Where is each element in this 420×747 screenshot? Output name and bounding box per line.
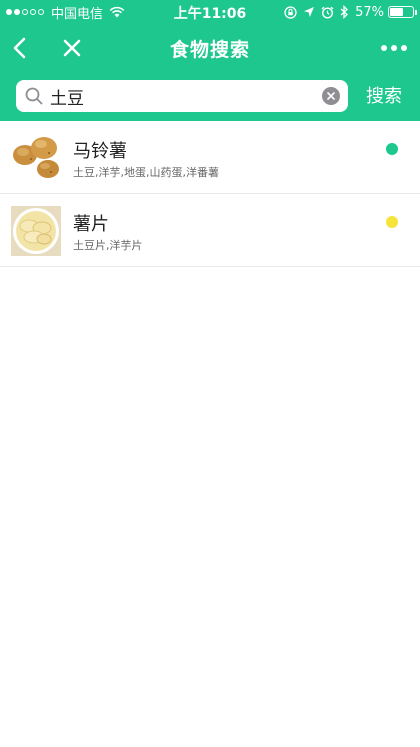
search-input[interactable]	[50, 83, 320, 109]
result-name: 马铃薯	[73, 141, 127, 162]
battery-percent: 57%	[355, 4, 384, 20]
rotation-lock-icon	[284, 5, 297, 19]
search-box[interactable]	[16, 80, 348, 112]
more-dots-icon	[381, 45, 407, 51]
result-list: 马铃薯 土豆,洋芋,地蛋,山药蛋,洋番薯 薯片 土豆片,洋芋片	[0, 121, 420, 267]
navigation-bar: 食物搜索	[0, 24, 420, 72]
clear-search-button[interactable]	[322, 87, 340, 105]
status-dot	[386, 143, 398, 155]
search-button[interactable]: 搜索	[366, 82, 402, 108]
page-title: 食物搜索	[169, 39, 250, 61]
status-dot	[386, 216, 398, 228]
more-button[interactable]	[376, 34, 412, 62]
potato-thumbnail	[11, 133, 61, 183]
search-icon	[25, 87, 43, 105]
result-item-chips[interactable]: 薯片 土豆片,洋芋片	[0, 194, 420, 267]
location-icon	[304, 7, 315, 17]
alarm-icon	[321, 6, 334, 19]
status-bar: 中国电信 上午11:06 57%	[0, 0, 420, 24]
bluetooth-icon	[340, 5, 349, 19]
app-header: 中国电信 上午11:06 57% 食物搜索 土豆 搜索	[0, 0, 420, 121]
result-name: 薯片	[73, 214, 109, 235]
search-row: 搜索	[0, 76, 420, 116]
status-right: 57%	[278, 3, 417, 21]
clear-icon	[327, 92, 335, 100]
chips-thumbnail	[11, 206, 61, 256]
result-item-potato[interactable]: 马铃薯 土豆,洋芋,地蛋,山药蛋,洋番薯	[0, 121, 420, 194]
battery-icon	[388, 6, 417, 18]
result-aliases: 土豆,洋芋,地蛋,山药蛋,洋番薯	[73, 166, 219, 179]
result-aliases: 土豆片,洋芋片	[73, 239, 143, 252]
